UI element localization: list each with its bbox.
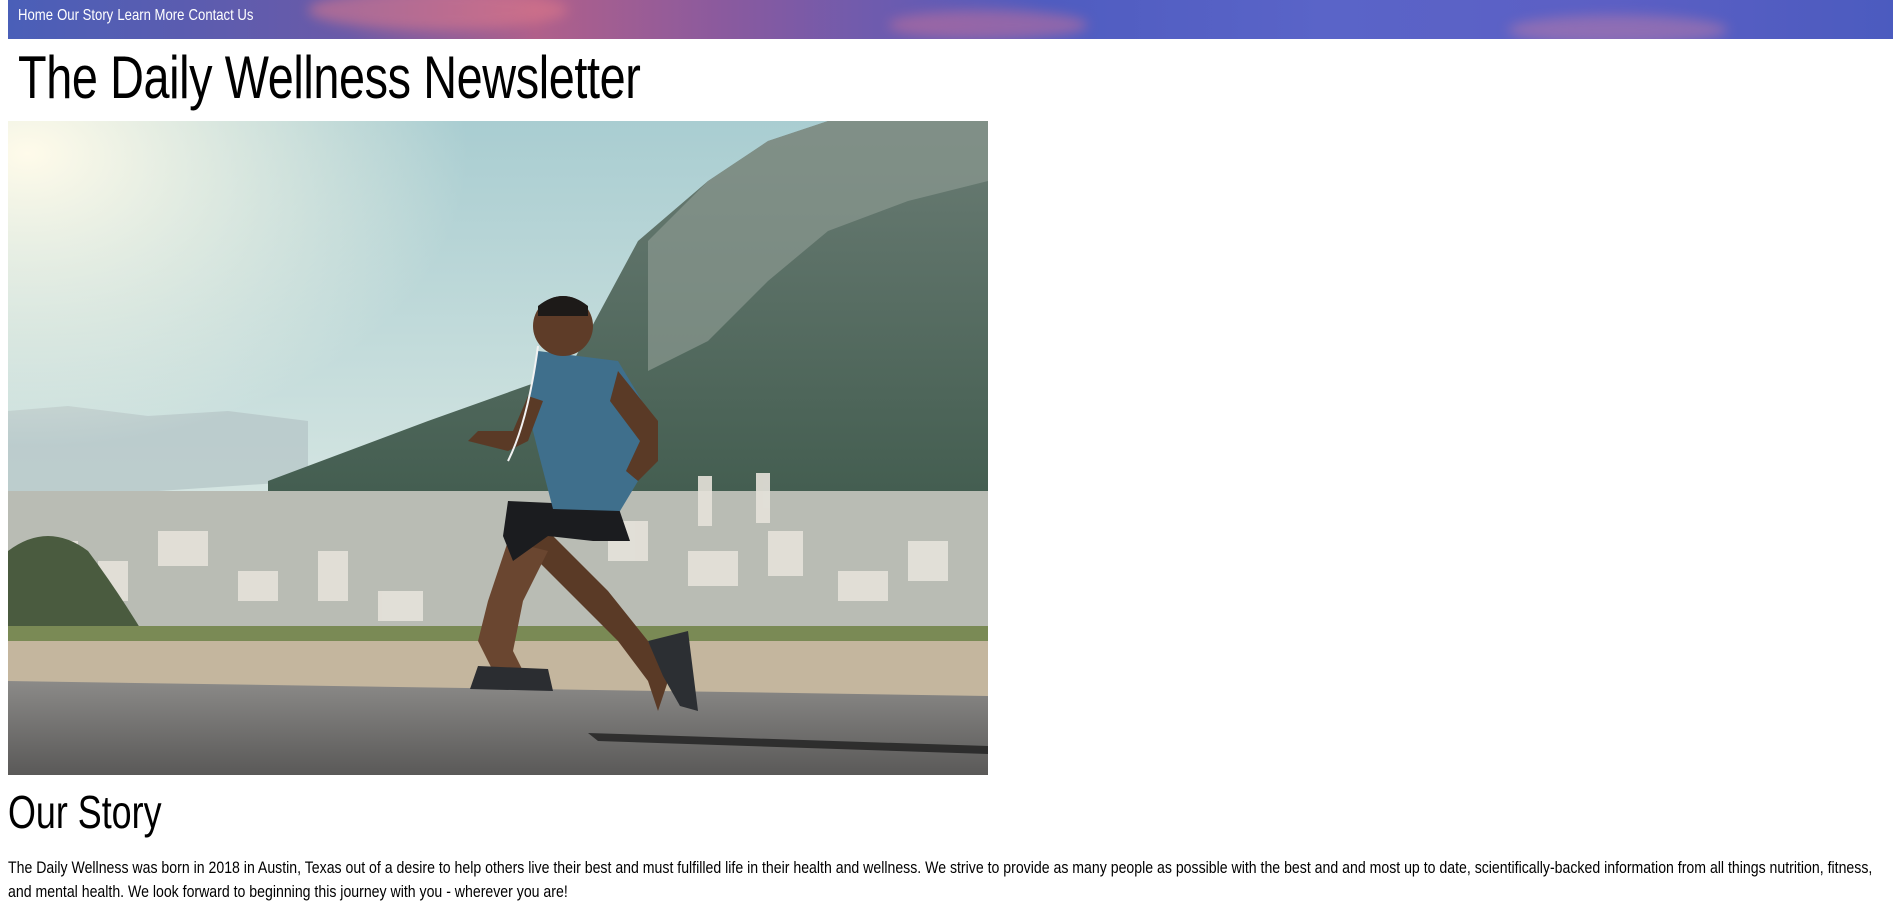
hero-image [8,121,988,775]
page-title: The Daily Wellness Newsletter [18,44,641,111]
our-story-paragraph: The Daily Wellness was born in 2018 in A… [8,858,1873,901]
nav-link-learn-more[interactable]: Learn More [117,7,184,25]
nav-link-contact-us[interactable]: Contact Us [189,7,254,25]
nav-links: Home Our Story Learn More Contact Us [18,7,253,25]
top-navigation-bar: Home Our Story Learn More Contact Us [8,0,1893,39]
nav-link-our-story[interactable]: Our Story [57,7,113,25]
our-story-heading: Our Story [8,786,162,838]
nav-link-home[interactable]: Home [18,7,53,25]
runner-illustration [8,121,988,775]
